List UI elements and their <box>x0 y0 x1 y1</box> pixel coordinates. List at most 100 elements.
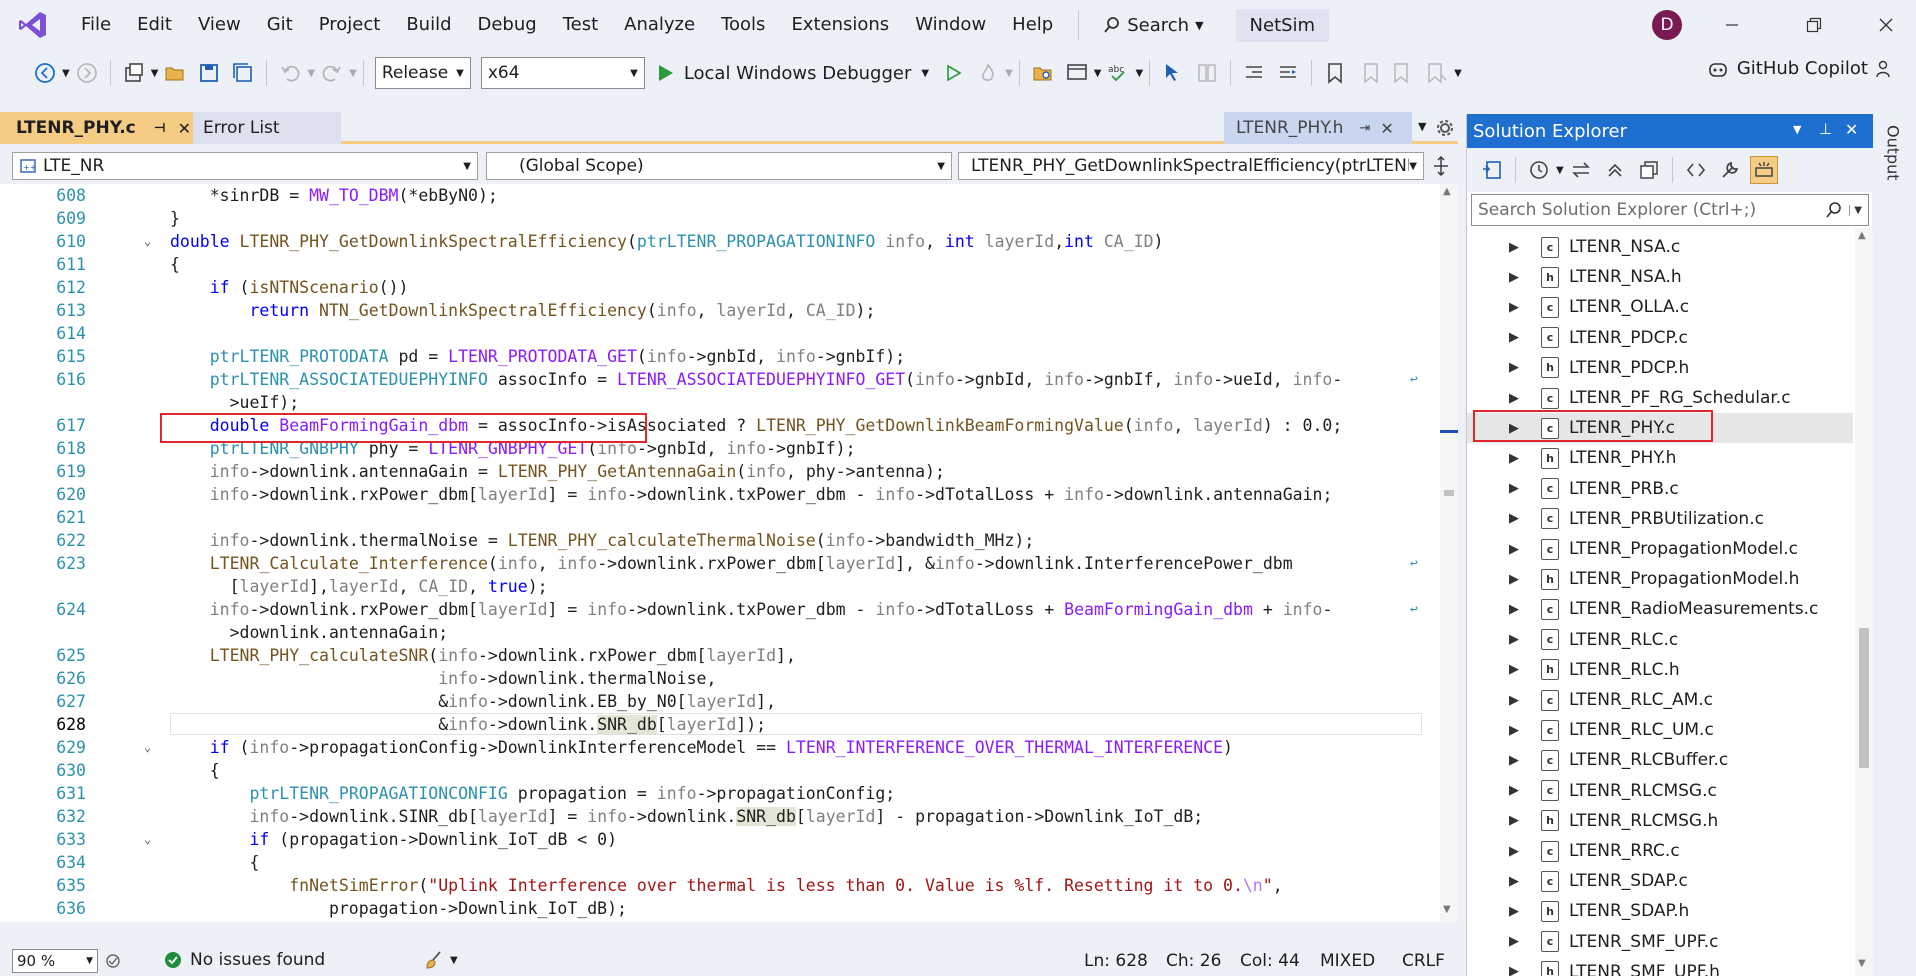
expand-caret-icon[interactable]: ▶ <box>1509 723 1523 738</box>
expand-caret-icon[interactable]: ▶ <box>1509 753 1523 768</box>
member-select[interactable]: LTENR_PHY_GetDownlinkSpectralEfficiency(… <box>958 152 1424 180</box>
menu-item-help[interactable]: Help <box>999 0 1066 50</box>
code-line[interactable]: 620 info->downlink.rxPower_dbm[layerId] … <box>0 483 1440 506</box>
expand-caret-icon[interactable]: ▶ <box>1509 783 1523 798</box>
solution-tree-item[interactable]: ▶ c LTENR_PRB.c <box>1467 474 1853 504</box>
tab-ltenr-phy-c[interactable]: LTENR_PHY.c ⊣ ✕ <box>0 112 193 144</box>
code-line[interactable]: 636 propagation->Downlink_IoT_dB); <box>0 897 1440 920</box>
start-without-debugging-button[interactable] <box>940 59 968 87</box>
chevron-down-icon[interactable]: ▼ <box>62 68 70 79</box>
code-line[interactable]: 629 ⌄ if (info->propagationConfig->Downli… <box>0 736 1440 759</box>
solution-tree-item[interactable]: ▶ c LTENR_SMF_UPF.c <box>1467 927 1853 957</box>
solution-tree-item[interactable]: ▶ c LTENR_OLLA.c <box>1467 292 1853 322</box>
indent-button[interactable] <box>1274 59 1302 87</box>
solution-tree-item[interactable]: ▶ c LTENR_RLC_AM.c <box>1467 685 1853 715</box>
code-editor[interactable]: 608 *sinrDB = MW_TO_DBM(*ebByN0); 609} 610… <box>0 184 1440 922</box>
scroll-up-arrow-icon[interactable]: ▲ <box>1443 186 1451 197</box>
start-debugging-button[interactable]: Local Windows Debugger ▼ <box>658 63 929 84</box>
expand-caret-icon[interactable]: ▶ <box>1509 360 1523 375</box>
solution-explorer-header[interactable]: Solution Explorer ▼ ⊥ ✕ <box>1467 114 1873 148</box>
show-all-files-button[interactable] <box>1635 156 1663 184</box>
code-line[interactable]: 619 info->downlink.antennaGain = LTENR_P… <box>0 460 1440 483</box>
avatar[interactable]: D <box>1652 10 1682 40</box>
char-indicator[interactable]: Ch: 26 <box>1166 951 1221 971</box>
scroll-down-arrow-icon[interactable]: ▼ <box>1443 904 1451 915</box>
expand-caret-icon[interactable]: ▶ <box>1509 844 1523 859</box>
code-line[interactable]: 632 info->downlink.SINR_db[layerId] = in… <box>0 805 1440 828</box>
expand-caret-icon[interactable]: ▶ <box>1509 300 1523 315</box>
solution-tree-item[interactable]: ▶ c LTENR_PDCP.c <box>1467 323 1853 353</box>
solution-tree-item[interactable]: ▶ h LTENR_RLC.h <box>1467 655 1853 685</box>
scroll-up-arrow-icon[interactable]: ▲ <box>1858 230 1866 241</box>
open-file-button[interactable] <box>161 59 189 87</box>
solution-platform-select[interactable]: x64 ▼ <box>480 57 645 89</box>
code-line[interactable]: 631 ptrLTENR_PROPAGATIONCONFIG propagati… <box>0 782 1440 805</box>
expand-caret-icon[interactable]: ▶ <box>1509 572 1523 587</box>
solution-name-badge[interactable]: NetSim <box>1235 8 1330 42</box>
code-line[interactable]: 623 LTENR_Calculate_Interference(info, i… <box>0 552 1440 575</box>
expand-caret-icon[interactable]: ▶ <box>1509 693 1523 708</box>
solution-tree-item[interactable]: ▶ h LTENR_RLCMSG.h <box>1467 806 1853 836</box>
search-icon[interactable] <box>1825 201 1843 219</box>
sync-with-active-document-button[interactable] <box>1567 156 1595 184</box>
line-indicator[interactable]: Ln: 628 <box>1084 951 1148 971</box>
tab-ltenr-phy-h-preview[interactable]: LTENR_PHY.h ⇥ ✕ <box>1224 112 1412 144</box>
redo-button[interactable] <box>318 59 346 87</box>
chevron-down-icon[interactable]: ▼ <box>1005 68 1013 79</box>
collapse-region-icon[interactable]: ⌄ <box>144 736 158 759</box>
minimize-button[interactable] <box>1702 0 1762 50</box>
solution-tree-item[interactable]: ▶ c LTENR_RLC_UM.c <box>1467 715 1853 745</box>
code-line[interactable]: 608 *sinrDB = MW_TO_DBM(*ebByN0); <box>0 184 1440 207</box>
menu-item-debug[interactable]: Debug <box>465 0 550 50</box>
menu-item-project[interactable]: Project <box>306 0 394 50</box>
code-line[interactable]: 615 ptrLTENR_PROTODATA pd = LTENR_PROTOD… <box>0 345 1440 368</box>
expand-caret-icon[interactable]: ▶ <box>1509 934 1523 949</box>
save-all-button[interactable] <box>229 59 257 87</box>
code-line[interactable]: 624 info->downlink.rxPower_dbm[layerId] … <box>0 598 1440 621</box>
browse-folder-button[interactable] <box>1029 59 1057 87</box>
collapse-all-button[interactable] <box>1601 156 1629 184</box>
code-line[interactable]: 625 LTENR_PHY_calculateSNR(info->downlin… <box>0 644 1440 667</box>
chevron-down-icon[interactable]: ▼ <box>307 68 315 79</box>
menu-item-file[interactable]: File <box>68 0 124 50</box>
issues-indicator[interactable]: No issues found <box>164 950 325 970</box>
compare-button[interactable] <box>1193 59 1221 87</box>
line-ending-indicator[interactable]: CRLF <box>1402 951 1445 971</box>
search-options-icon[interactable]: ▼ <box>1849 204 1862 216</box>
visual-studio-logo-icon[interactable] <box>18 10 48 40</box>
close-window-button[interactable] <box>1856 0 1916 50</box>
code-line[interactable]: 612 if (isNTNScenario()) <box>0 276 1440 299</box>
code-line[interactable]: 635 fnNetSimError("Uplink Interference o… <box>0 874 1440 897</box>
code-line[interactable]: 611 { <box>0 253 1440 276</box>
expand-caret-icon[interactable]: ▶ <box>1509 270 1523 285</box>
column-indicator[interactable]: Col: 44 <box>1240 951 1300 971</box>
expand-caret-icon[interactable]: ▶ <box>1509 662 1523 677</box>
toggle-bookmark-button[interactable] <box>1321 59 1349 87</box>
scope-select[interactable]: (Global Scope) ▼ <box>486 152 952 180</box>
tab-error-list[interactable]: Error List <box>193 112 341 144</box>
code-line[interactable]: 613 return NTN_GetDownlinkSpectralEffici… <box>0 299 1440 322</box>
expand-caret-icon[interactable]: ▶ <box>1509 904 1523 919</box>
expand-caret-icon[interactable]: ▶ <box>1509 511 1523 526</box>
health-indicator-icon[interactable] <box>104 952 122 970</box>
code-line[interactable]: 634 { <box>0 851 1440 874</box>
undo-button[interactable] <box>276 59 304 87</box>
code-cleanup-button[interactable]: ▼ <box>424 950 458 970</box>
menu-item-build[interactable]: Build <box>393 0 464 50</box>
menu-item-git[interactable]: Git <box>254 0 306 50</box>
search-button[interactable]: Search ▼ <box>1091 15 1215 36</box>
hot-reload-button[interactable] <box>974 59 1002 87</box>
next-bookmark-button[interactable] <box>1389 59 1417 87</box>
menu-item-window[interactable]: Window <box>902 0 999 50</box>
scrollbar-thumb[interactable] <box>1859 628 1869 768</box>
solution-tree-item[interactable]: ▶ h LTENR_SDAP.h <box>1467 896 1853 926</box>
code-line[interactable]: [layerId],layerId, CA_ID, true); <box>0 575 1440 598</box>
save-button[interactable] <box>195 59 223 87</box>
github-copilot-button[interactable]: GitHub Copilot <box>1707 58 1890 79</box>
code-line[interactable]: 610 ⌄ double LTENR_PHY_GetDownlinkSpectral… <box>0 230 1440 253</box>
view-code-button[interactable] <box>1682 156 1710 184</box>
pin-icon[interactable]: ⊥ <box>1819 120 1832 138</box>
output-side-tab[interactable]: Output <box>1878 108 1908 198</box>
split-view-icon[interactable] <box>1432 156 1450 176</box>
new-project-button[interactable] <box>120 59 148 87</box>
